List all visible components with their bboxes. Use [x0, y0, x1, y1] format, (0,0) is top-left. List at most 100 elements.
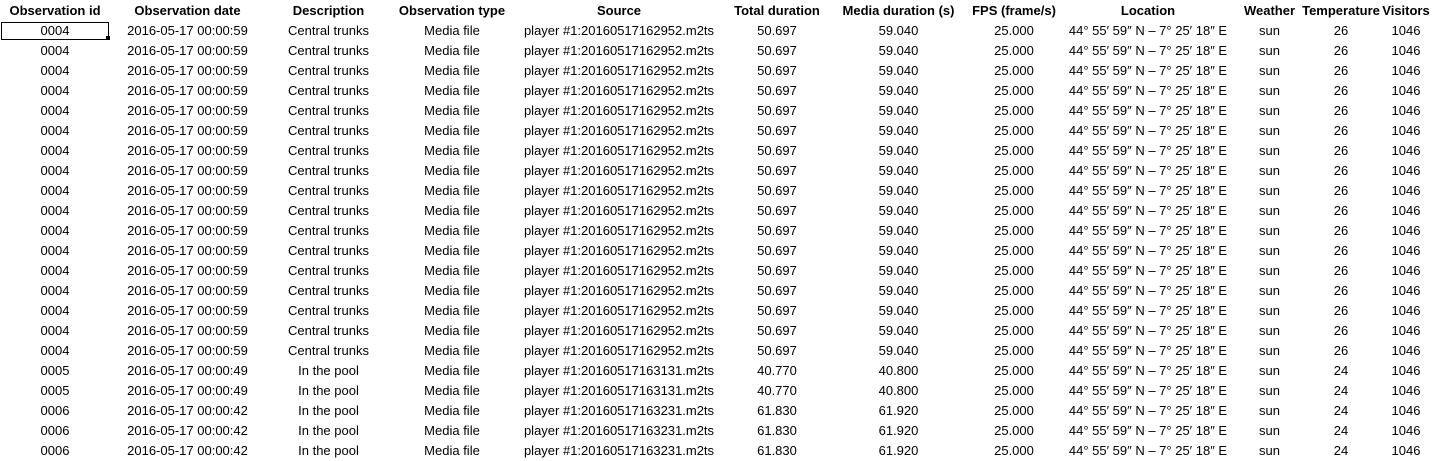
location-cell[interactable]: 44° 55′ 59″ N – 7° 25′ 18″ E	[1059, 361, 1237, 381]
temperature-cell[interactable]: 26	[1302, 81, 1380, 101]
source-cell[interactable]: player #1:20160517163231.m2ts	[512, 441, 726, 461]
source-cell[interactable]: player #1:20160517162952.m2ts	[512, 201, 726, 221]
location-cell[interactable]: 44° 55′ 59″ N – 7° 25′ 18″ E	[1059, 341, 1237, 361]
observation-date-cell[interactable]: 2016-05-17 00:00:42	[110, 441, 265, 461]
description-cell[interactable]: Central trunks	[265, 161, 392, 181]
observation-id-cell[interactable]: 0006	[0, 441, 110, 461]
observation-type-cell[interactable]: Media file	[392, 281, 512, 301]
weather-cell[interactable]: sun	[1237, 21, 1302, 41]
source-cell[interactable]: player #1:20160517163131.m2ts	[512, 381, 726, 401]
fps-cell[interactable]: 25.000	[969, 21, 1059, 41]
observation-id-cell[interactable]: 0004	[0, 221, 110, 241]
observation-type-cell[interactable]: Media file	[392, 61, 512, 81]
visitors-cell[interactable]: 1046	[1380, 401, 1432, 421]
temperature-cell[interactable]: 26	[1302, 141, 1380, 161]
total-duration-cell[interactable]: 61.830	[726, 401, 828, 421]
temperature-cell[interactable]: 26	[1302, 241, 1380, 261]
source-cell[interactable]: player #1:20160517162952.m2ts	[512, 341, 726, 361]
media-duration-cell[interactable]: 61.920	[828, 421, 969, 441]
location-cell[interactable]: 44° 55′ 59″ N – 7° 25′ 18″ E	[1059, 221, 1237, 241]
observation-date-cell[interactable]: 2016-05-17 00:00:59	[110, 61, 265, 81]
weather-cell[interactable]: sun	[1237, 181, 1302, 201]
visitors-cell[interactable]: 1046	[1380, 321, 1432, 341]
source-cell[interactable]: player #1:20160517162952.m2ts	[512, 301, 726, 321]
observation-id-cell[interactable]: 0004	[0, 301, 110, 321]
fps-cell[interactable]: 25.000	[969, 201, 1059, 221]
observation-type-cell[interactable]: Media file	[392, 401, 512, 421]
location-cell[interactable]: 44° 55′ 59″ N – 7° 25′ 18″ E	[1059, 241, 1237, 261]
observation-type-cell[interactable]: Media file	[392, 441, 512, 461]
total-duration-cell[interactable]: 50.697	[726, 281, 828, 301]
source-cell[interactable]: player #1:20160517162952.m2ts	[512, 141, 726, 161]
weather-cell[interactable]: sun	[1237, 261, 1302, 281]
media-duration-cell[interactable]: 59.040	[828, 301, 969, 321]
observation-id-cell[interactable]: 0004	[0, 81, 110, 101]
column-header[interactable]: Visitors	[1380, 0, 1432, 21]
weather-cell[interactable]: sun	[1237, 81, 1302, 101]
total-duration-cell[interactable]: 40.770	[726, 361, 828, 381]
visitors-cell[interactable]: 1046	[1380, 241, 1432, 261]
location-cell[interactable]: 44° 55′ 59″ N – 7° 25′ 18″ E	[1059, 421, 1237, 441]
media-duration-cell[interactable]: 59.040	[828, 341, 969, 361]
total-duration-cell[interactable]: 50.697	[726, 21, 828, 41]
total-duration-cell[interactable]: 61.830	[726, 441, 828, 461]
column-header[interactable]: FPS (frame/s)	[969, 0, 1059, 21]
total-duration-cell[interactable]: 50.697	[726, 301, 828, 321]
visitors-cell[interactable]: 1046	[1380, 341, 1432, 361]
column-header[interactable]: Media duration (s)	[828, 0, 969, 21]
observation-date-cell[interactable]: 2016-05-17 00:00:59	[110, 201, 265, 221]
temperature-cell[interactable]: 26	[1302, 321, 1380, 341]
observation-type-cell[interactable]: Media file	[392, 381, 512, 401]
observation-date-cell[interactable]: 2016-05-17 00:00:59	[110, 101, 265, 121]
observation-id-cell[interactable]: 0004	[0, 101, 110, 121]
temperature-cell[interactable]: 24	[1302, 361, 1380, 381]
fps-cell[interactable]: 25.000	[969, 381, 1059, 401]
temperature-cell[interactable]: 26	[1302, 61, 1380, 81]
source-cell[interactable]: player #1:20160517162952.m2ts	[512, 41, 726, 61]
media-duration-cell[interactable]: 40.800	[828, 381, 969, 401]
description-cell[interactable]: Central trunks	[265, 261, 392, 281]
observation-date-cell[interactable]: 2016-05-17 00:00:59	[110, 341, 265, 361]
observation-type-cell[interactable]: Media file	[392, 81, 512, 101]
visitors-cell[interactable]: 1046	[1380, 301, 1432, 321]
weather-cell[interactable]: sun	[1237, 121, 1302, 141]
observation-type-cell[interactable]: Media file	[392, 421, 512, 441]
description-cell[interactable]: In the pool	[265, 441, 392, 461]
observation-id-cell[interactable]: 0004	[0, 261, 110, 281]
fps-cell[interactable]: 25.000	[969, 161, 1059, 181]
observation-date-cell[interactable]: 2016-05-17 00:00:59	[110, 261, 265, 281]
total-duration-cell[interactable]: 40.770	[726, 381, 828, 401]
source-cell[interactable]: player #1:20160517162952.m2ts	[512, 121, 726, 141]
description-cell[interactable]: Central trunks	[265, 181, 392, 201]
fps-cell[interactable]: 25.000	[969, 221, 1059, 241]
fps-cell[interactable]: 25.000	[969, 241, 1059, 261]
fps-cell[interactable]: 25.000	[969, 441, 1059, 461]
observation-id-cell[interactable]: 0005	[0, 361, 110, 381]
observation-type-cell[interactable]: Media file	[392, 241, 512, 261]
visitors-cell[interactable]: 1046	[1380, 381, 1432, 401]
description-cell[interactable]: Central trunks	[265, 81, 392, 101]
temperature-cell[interactable]: 26	[1302, 161, 1380, 181]
location-cell[interactable]: 44° 55′ 59″ N – 7° 25′ 18″ E	[1059, 181, 1237, 201]
observation-id-cell[interactable]: 0004	[0, 321, 110, 341]
description-cell[interactable]: Central trunks	[265, 121, 392, 141]
observation-date-cell[interactable]: 2016-05-17 00:00:59	[110, 301, 265, 321]
location-cell[interactable]: 44° 55′ 59″ N – 7° 25′ 18″ E	[1059, 61, 1237, 81]
fps-cell[interactable]: 25.000	[969, 321, 1059, 341]
description-cell[interactable]: Central trunks	[265, 221, 392, 241]
temperature-cell[interactable]: 24	[1302, 441, 1380, 461]
media-duration-cell[interactable]: 61.920	[828, 401, 969, 421]
column-header[interactable]: Source	[512, 0, 726, 21]
total-duration-cell[interactable]: 50.697	[726, 201, 828, 221]
description-cell[interactable]: Central trunks	[265, 321, 392, 341]
source-cell[interactable]: player #1:20160517163231.m2ts	[512, 401, 726, 421]
location-cell[interactable]: 44° 55′ 59″ N – 7° 25′ 18″ E	[1059, 21, 1237, 41]
temperature-cell[interactable]: 26	[1302, 101, 1380, 121]
source-cell[interactable]: player #1:20160517162952.m2ts	[512, 321, 726, 341]
observation-type-cell[interactable]: Media file	[392, 41, 512, 61]
location-cell[interactable]: 44° 55′ 59″ N – 7° 25′ 18″ E	[1059, 141, 1237, 161]
visitors-cell[interactable]: 1046	[1380, 441, 1432, 461]
location-cell[interactable]: 44° 55′ 59″ N – 7° 25′ 18″ E	[1059, 301, 1237, 321]
source-cell[interactable]: player #1:20160517162952.m2ts	[512, 81, 726, 101]
temperature-cell[interactable]: 26	[1302, 181, 1380, 201]
